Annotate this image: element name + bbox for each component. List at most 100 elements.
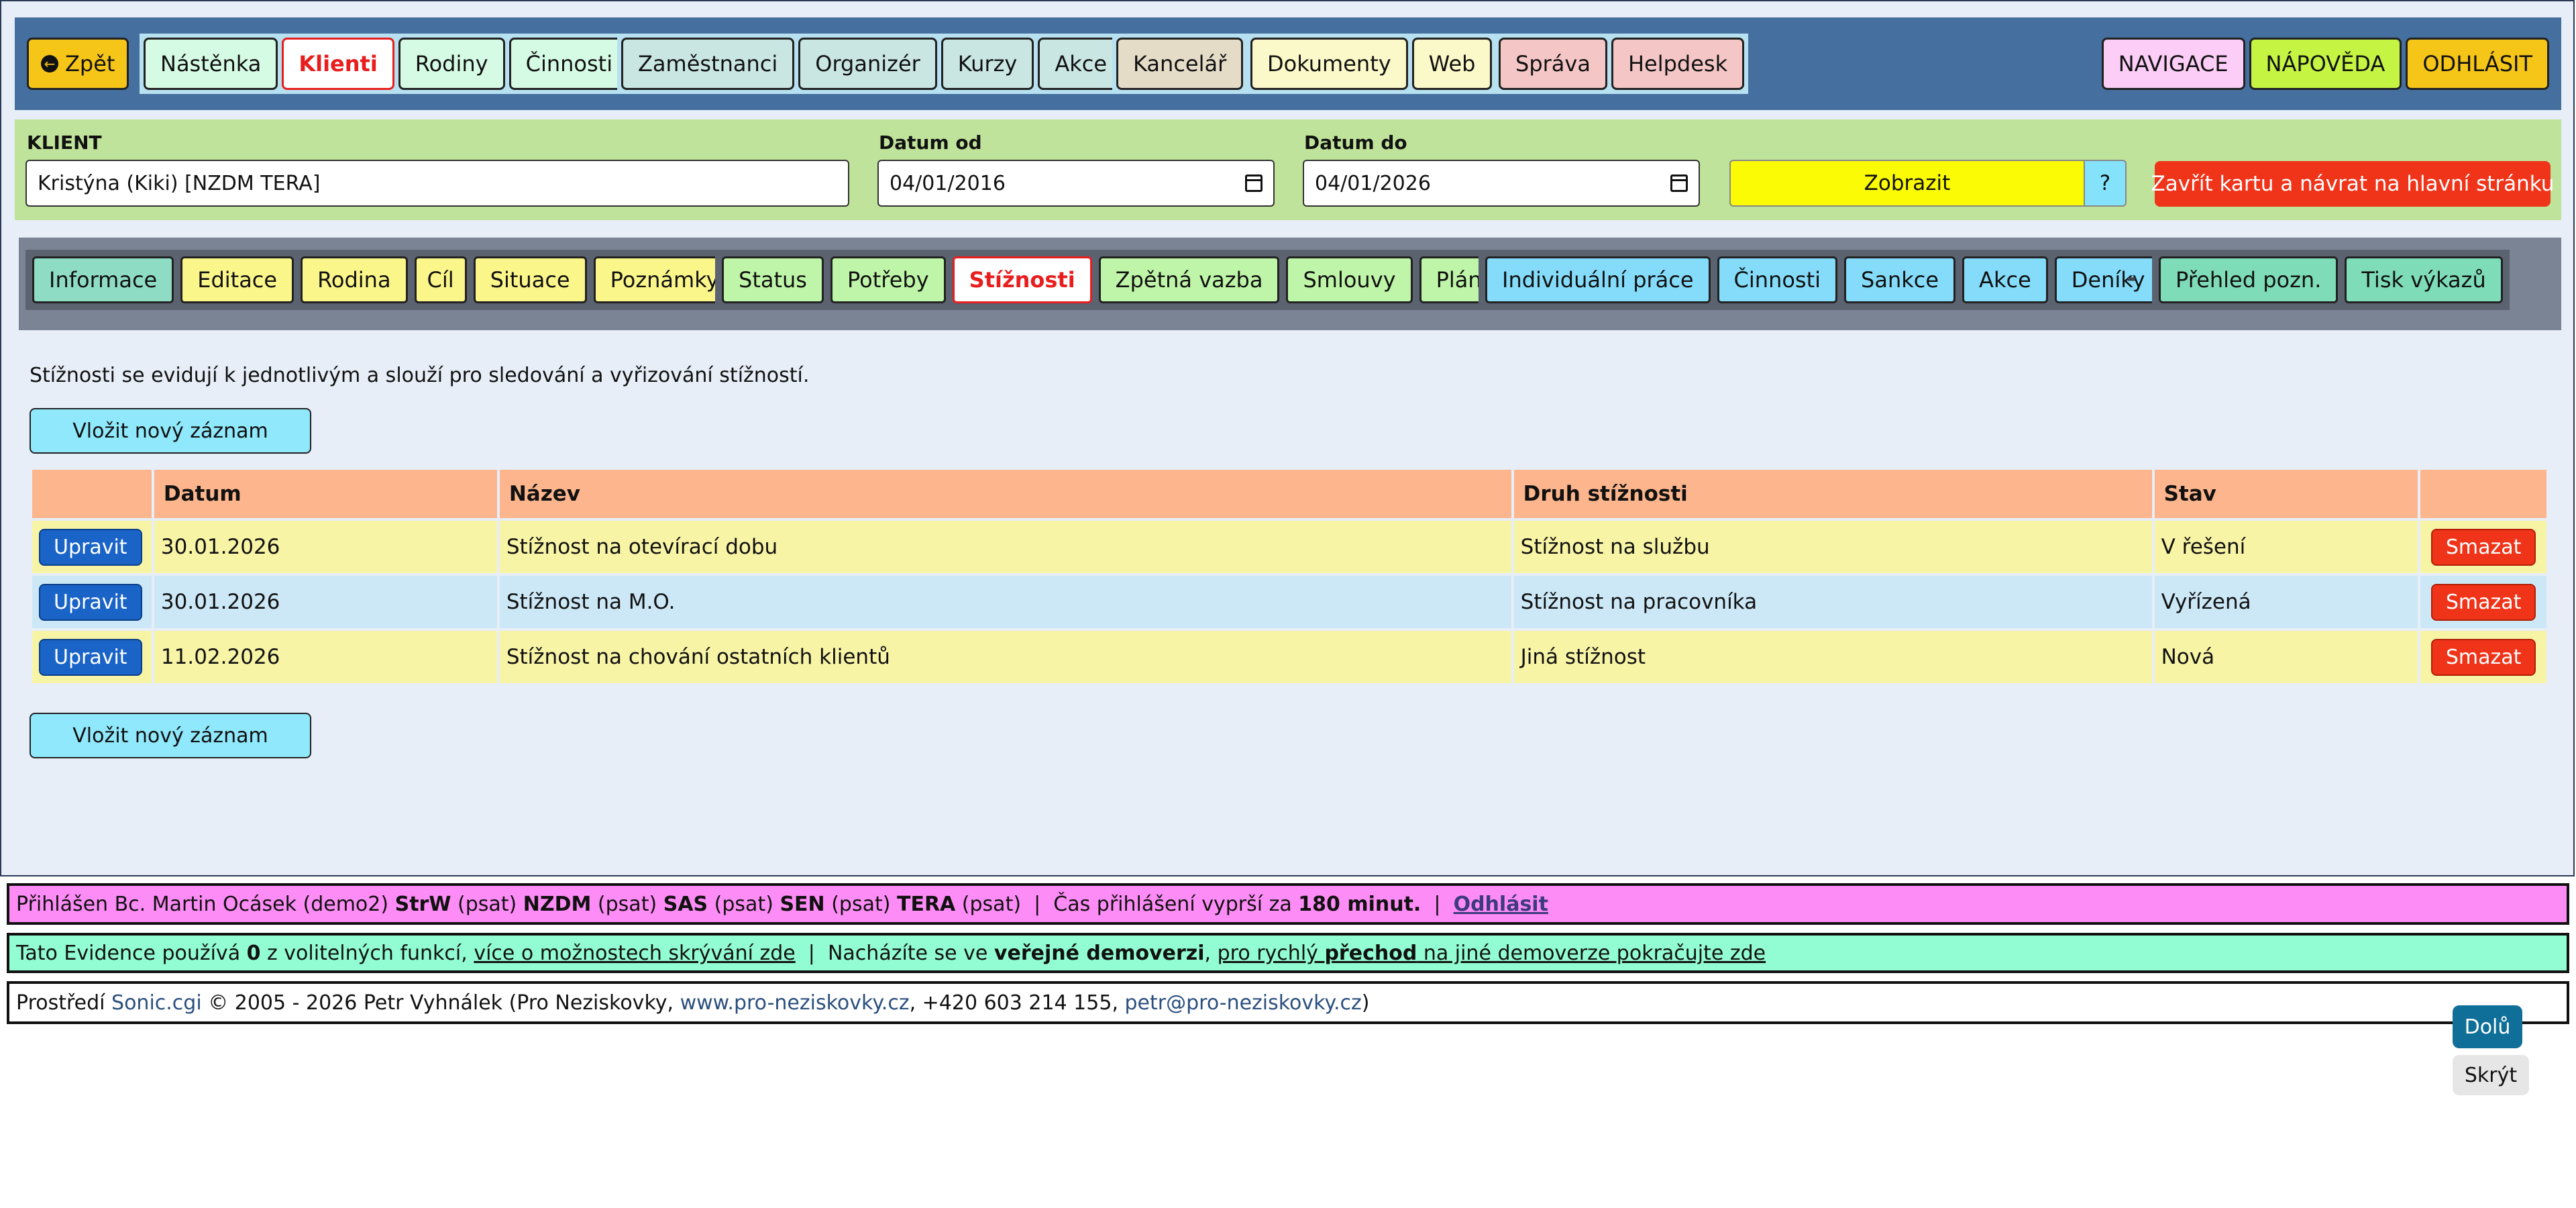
close-card-button[interactable]: Zavřít kartu a návrat na hlavní stránku <box>2151 161 2554 207</box>
date-from-value: 04/01/2016 <box>890 171 1006 195</box>
tab-status[interactable]: Status <box>722 256 824 303</box>
footer-logout-link[interactable]: Odhlásit <box>1454 893 1548 916</box>
tab-prehled-pozn[interactable]: Přehled pozn. <box>2159 256 2339 303</box>
delete-button[interactable]: Smazat <box>2430 528 2536 566</box>
other-demo-link[interactable]: pro rychlý přechod na jiné demoverze pok… <box>1218 942 1766 965</box>
delete-button[interactable]: Smazat <box>2430 583 2536 621</box>
nav-nastenka[interactable]: Nástěnka <box>144 38 278 90</box>
nav-back-group: ← Zpět <box>27 34 129 94</box>
nav-kurzy[interactable]: Kurzy <box>941 38 1034 90</box>
date-from-label: Datum od <box>879 132 982 154</box>
tab-smlouvy[interactable]: Smlouvy <box>1286 256 1413 303</box>
tab-situace[interactable]: Situace <box>473 256 587 303</box>
nav-klienti[interactable]: Klienti <box>282 38 394 90</box>
copyright-text: , +420 603 214 155, <box>909 991 1125 1015</box>
session-expire-text: Čas přihlášení vyprší za <box>1053 892 1299 916</box>
row-date: 11.02.2026 <box>154 631 497 683</box>
row-state: Vyřízená <box>2154 576 2418 628</box>
new-record-button-top[interactable]: Vložit nový záznam <box>30 408 311 454</box>
tab-poznamky[interactable]: Poznámky <box>593 256 736 303</box>
column-header-state: Stav <box>2154 470 2418 518</box>
email-link[interactable]: petr@pro-neziskovky.cz <box>1125 991 1362 1015</box>
help-button[interactable]: NÁPOVĚDA <box>2249 38 2402 90</box>
evidence-text: z volitelných funkcí, <box>260 941 474 965</box>
nav-zamestnanci[interactable]: Zaměstnanci <box>621 38 795 90</box>
role-name: TERA <box>896 892 956 916</box>
hiding-options-link[interactable]: více o možnostech skrývání zde <box>474 942 795 965</box>
calendar-icon[interactable] <box>1670 174 1688 192</box>
column-header-actions <box>32 470 152 518</box>
role-note: (psat) <box>591 892 663 916</box>
edit-button[interactable]: Upravit <box>39 583 142 621</box>
tab-deniky[interactable]: Deníky <box>2054 256 2162 303</box>
row-name: Stížnost na M.O. <box>499 576 1511 628</box>
client-value: Kristýna (Kiki) [NZDM TERA] <box>38 171 321 195</box>
edit-button[interactable]: Upravit <box>39 528 142 566</box>
login-user-text: Přihlášen Bc. Martin Ocásek (demo2) <box>16 892 395 916</box>
nav-sprava[interactable]: Správa <box>1499 38 1607 90</box>
edit-button[interactable]: Upravit <box>39 638 142 676</box>
date-from-field[interactable]: 04/01/2016 <box>877 160 1275 207</box>
tab-stiznosti[interactable]: Stížnosti <box>952 256 1092 303</box>
nav-organizer[interactable]: Organizér <box>798 38 937 90</box>
nav-group-staff: Zaměstnanci Organizér Kurzy Akce <box>617 34 1128 94</box>
role-note: (psat) <box>451 892 523 916</box>
client-field[interactable]: Kristýna (Kiki) [NZDM TERA] <box>25 160 849 207</box>
tab-akce[interactable]: Akce <box>1962 256 2048 303</box>
tab-cil[interactable]: Cíl <box>414 256 467 303</box>
row-delete-cell: Smazat <box>2420 521 2546 573</box>
subnav-group-status: Status Potřeby Stížnosti Zpětná vazba Sm… <box>715 250 1518 310</box>
tab-tisk-vykazu[interactable]: Tisk výkazů <box>2345 256 2503 303</box>
link-text: na jiné demoverze pokračujte zde <box>1417 941 1766 965</box>
new-record-button-bottom[interactable]: Vložit nový záznam <box>30 713 311 758</box>
evidence-text: | Nacházíte se ve <box>795 941 994 965</box>
arrow-left-circle-icon: ← <box>41 55 58 72</box>
nav-rodiny[interactable]: Rodiny <box>398 38 505 90</box>
sonic-link[interactable]: Sonic.cgi <box>111 991 202 1015</box>
tab-zpetna-vazba[interactable]: Zpětná vazba <box>1098 256 1280 303</box>
complaints-table: Datum Název Druh stížnosti Stav Upravit … <box>30 467 2549 686</box>
delete-button[interactable]: Smazat <box>2430 638 2536 676</box>
show-button[interactable]: Zobrazit <box>1729 160 2085 207</box>
website-link[interactable]: www.pro-neziskovky.cz <box>680 991 910 1015</box>
separator: | <box>1421 892 1454 916</box>
client-bar: KLIENT Kristýna (Kiki) [NZDM TERA] Datum… <box>15 119 2561 220</box>
tab-sankce[interactable]: Sankce <box>1844 256 1956 303</box>
client-label: KLIENT <box>27 132 102 154</box>
help-question-button[interactable]: ? <box>2085 160 2127 207</box>
nav-helpdesk[interactable]: Helpdesk <box>1611 38 1745 90</box>
client-sub-navigation: Informace Editace Rodina Cíl Situace Poz… <box>19 238 2561 330</box>
date-to-value: 04/01/2026 <box>1315 171 1431 195</box>
nav-akce[interactable]: Akce <box>1038 38 1124 90</box>
evidence-info-bar: Tato Evidence používá 0 z volitelných fu… <box>7 933 2569 973</box>
subnav-group-reports: Přehled pozn. Tisk výkazů <box>2152 250 2510 310</box>
row-date: 30.01.2026 <box>154 521 497 573</box>
row-actions-cell: Upravit <box>32 631 152 683</box>
nav-cinnosti[interactable]: Činnosti <box>508 38 630 90</box>
hide-button[interactable]: Skrýt <box>2453 1055 2529 1095</box>
role-name: SEN <box>780 892 825 916</box>
copyright-text: Prostředí <box>16 991 112 1015</box>
tab-cinnosti[interactable]: Činnosti <box>1717 256 1838 303</box>
navigation-button[interactable]: NAVIGACE <box>2101 38 2245 90</box>
date-to-field[interactable]: 04/01/2026 <box>1303 160 1700 207</box>
row-actions-cell: Upravit <box>32 576 152 628</box>
tab-informace[interactable]: Informace <box>32 256 174 303</box>
link-text-bold: přechod <box>1324 941 1417 965</box>
calendar-icon[interactable] <box>1245 174 1263 192</box>
logout-button[interactable]: ODHLÁSIT <box>2406 38 2549 90</box>
session-expire-value: 180 minut. <box>1298 892 1421 916</box>
tab-editace[interactable]: Editace <box>180 256 294 303</box>
back-button[interactable]: ← Zpět <box>27 38 129 90</box>
nav-kancelar[interactable]: Kancelář <box>1116 38 1244 90</box>
tab-rodina[interactable]: Rodina <box>301 256 408 303</box>
nav-web[interactable]: Web <box>1411 38 1493 90</box>
tab-potreby[interactable]: Potřeby <box>830 256 946 303</box>
column-header-delete <box>2420 470 2546 518</box>
subnav-group-info: Informace Editace Rodina Cíl Situace Poz… <box>25 250 743 310</box>
demo-version-label: veřejné demoverzi <box>994 941 1205 965</box>
nav-dokumenty[interactable]: Dokumenty <box>1250 38 1408 90</box>
copyright-bar: Prostředí Sonic.cgi © 2005 - 2026 Petr V… <box>7 981 2569 1024</box>
tab-individualni-prace[interactable]: Individuální práce <box>1485 256 1711 303</box>
scroll-down-button[interactable]: Dolů <box>2453 1005 2522 1048</box>
